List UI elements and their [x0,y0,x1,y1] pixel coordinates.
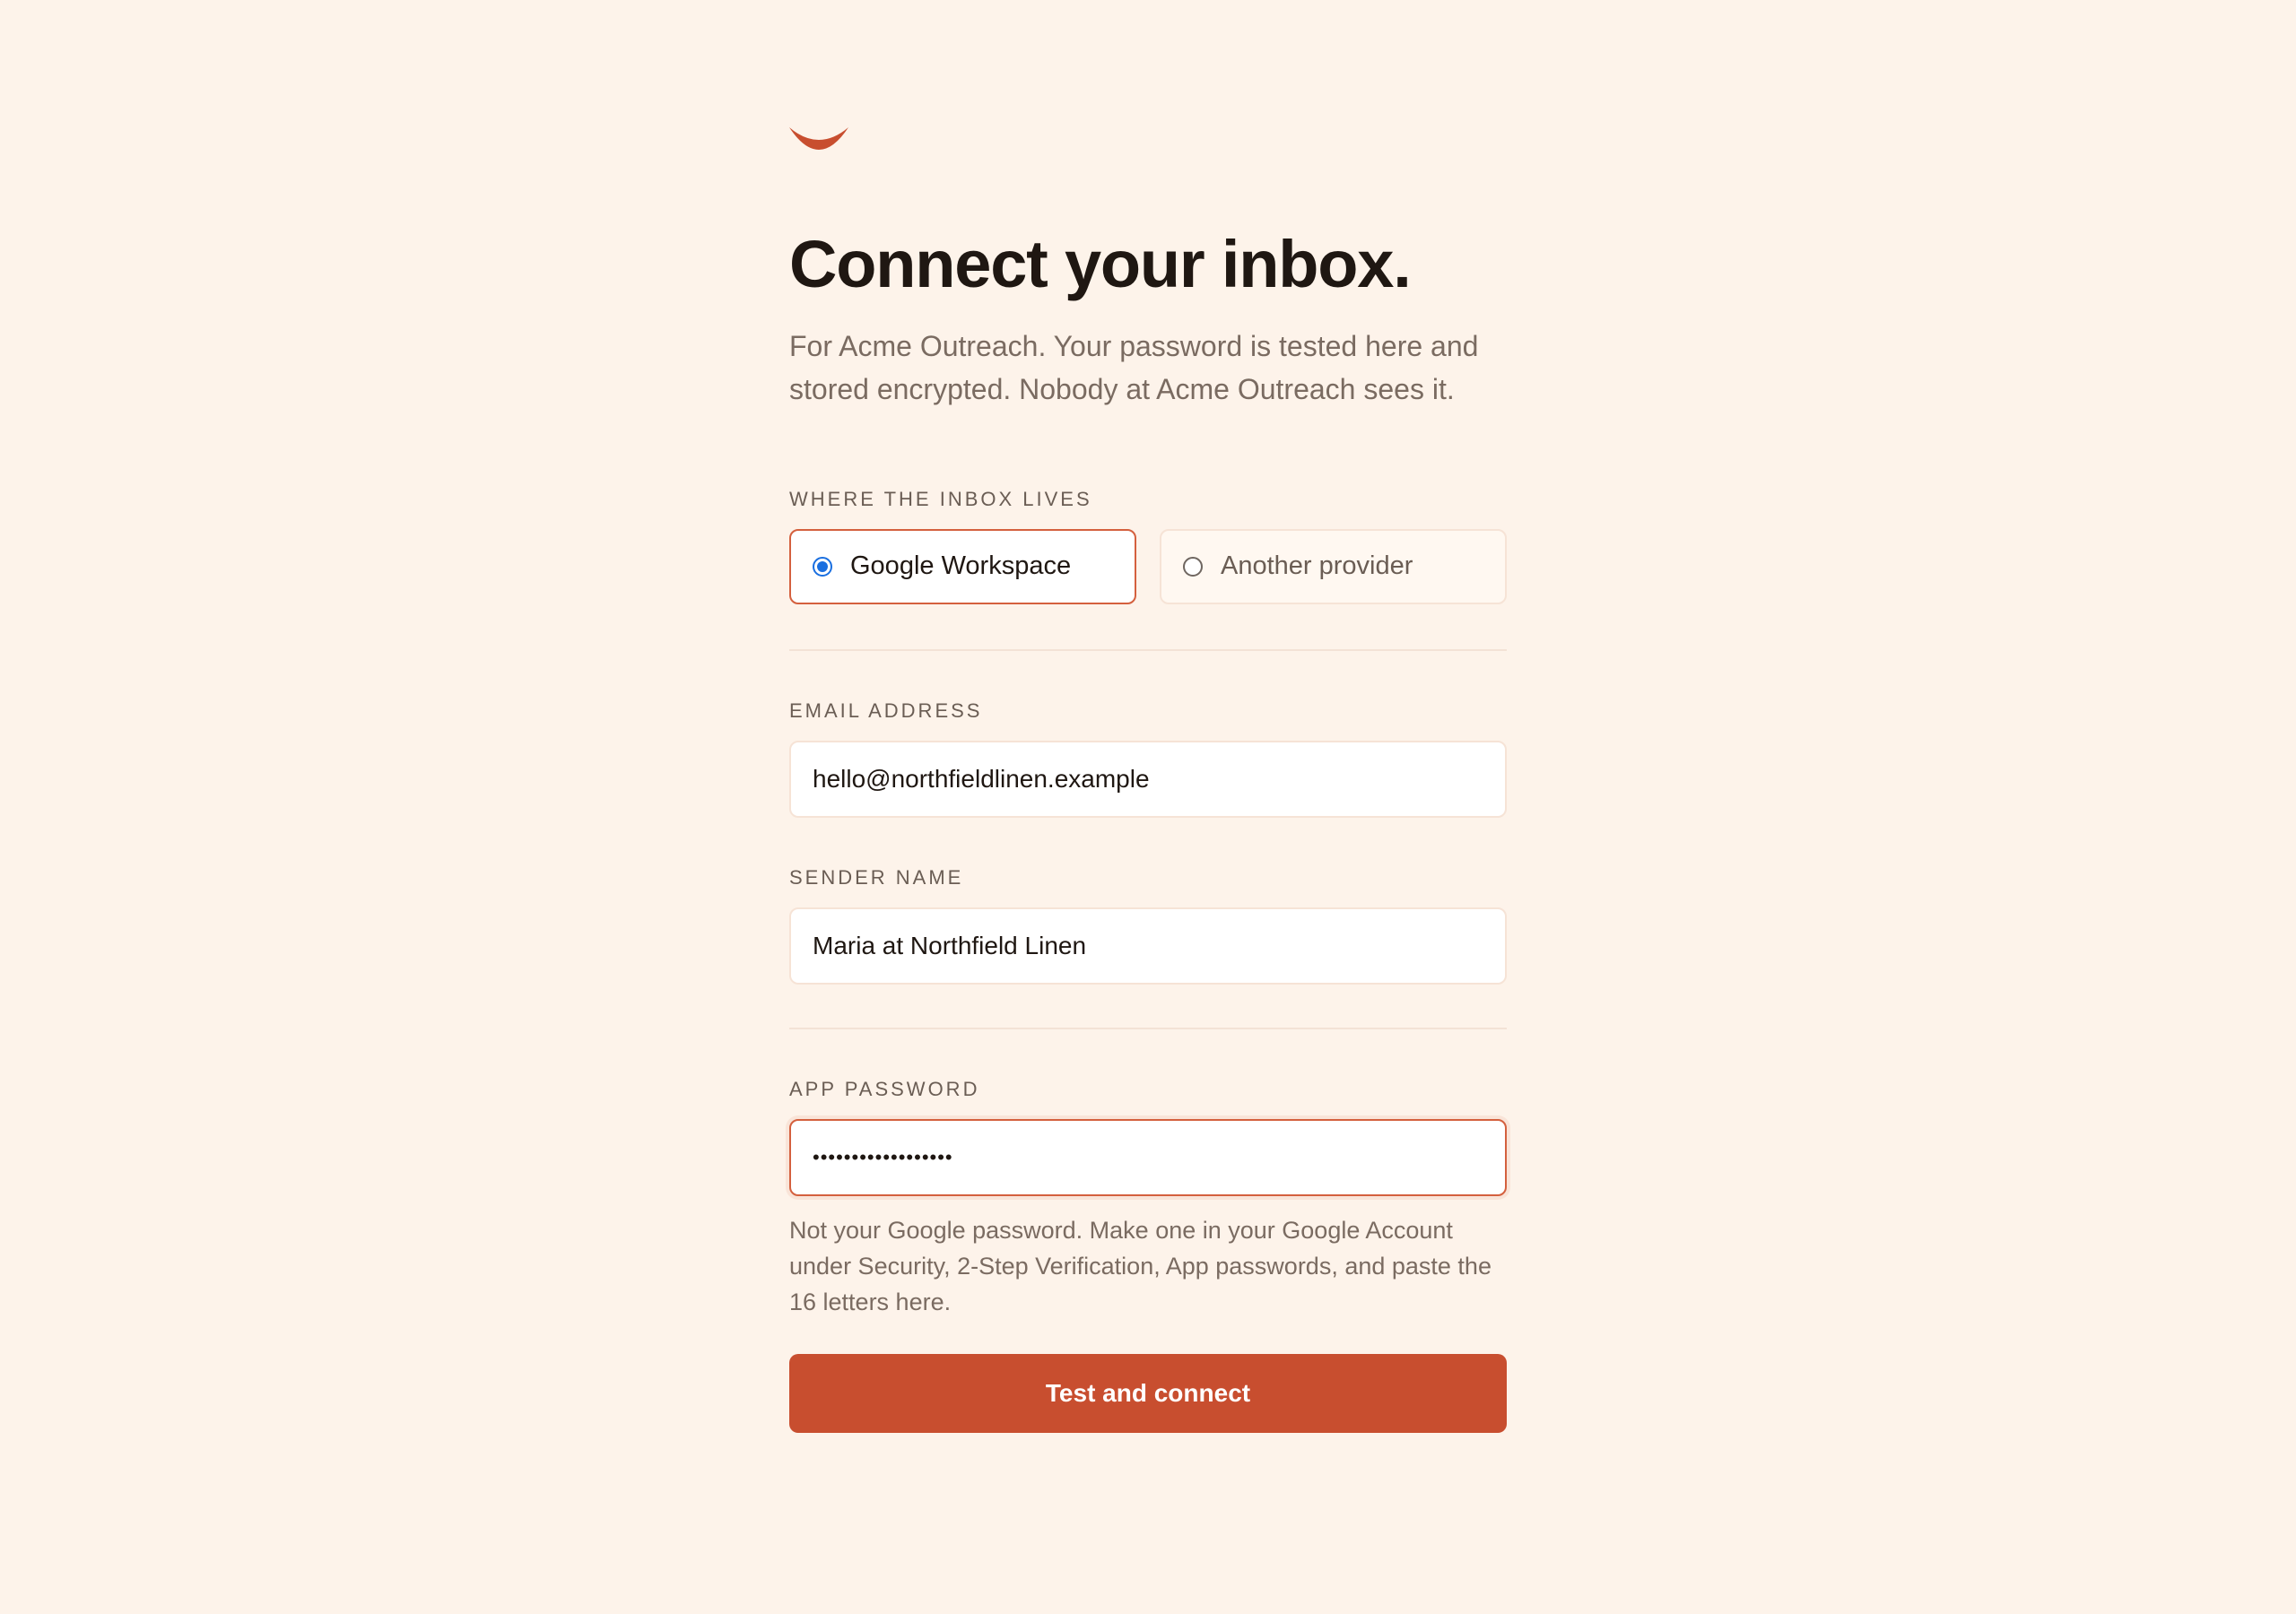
divider [789,648,1507,651]
provider-label: WHERE THE INBOX LIVES [789,487,1092,510]
page: Connect your inbox. For Acme Outreach. Y… [0,0,2296,1614]
divider [789,1027,1507,1029]
connect-inbox-form: Connect your inbox. For Acme Outreach. Y… [789,118,1507,1433]
provider-option-label: Google Workspace [850,551,1072,581]
page-subtitle: For Acme Outreach. Your password is test… [789,329,1479,405]
sender-name-field-value: Maria at Northfield Linen [813,931,1087,959]
sender-name-field[interactable]: Maria at Northfield Linen [789,907,1507,985]
provider-option-google-workspace[interactable]: Google Workspace [789,528,1136,604]
radio-unselected-icon[interactable] [1183,556,1203,577]
radio-selected-icon[interactable] [813,556,832,577]
provider-option-label: Another provider [1221,551,1413,581]
app-password-label: APP PASSWORD [789,1077,980,1100]
email-label: EMAIL ADDRESS [789,699,983,722]
app-password-field[interactable]: •••••••••••••••••• [789,1118,1507,1196]
app-password-help-text: Not your Google password. Make one in yo… [789,1216,1492,1315]
sender-name-label: SENDER NAME [789,865,964,889]
email-field[interactable]: hello@northfieldlinen.example [789,740,1507,818]
email-field-value: hello@northfieldlinen.example [813,764,1150,793]
test-and-connect-button[interactable]: Test and connect [789,1353,1507,1433]
provider-option-another-provider[interactable]: Another provider [1160,528,1507,604]
chevron-mark-icon [789,127,848,150]
app-password-field-value: •••••••••••••••••• [813,1145,953,1168]
provider-radio-group: Google Workspace Another provider [789,528,1507,604]
page-title: Connect your inbox. [789,227,1412,301]
